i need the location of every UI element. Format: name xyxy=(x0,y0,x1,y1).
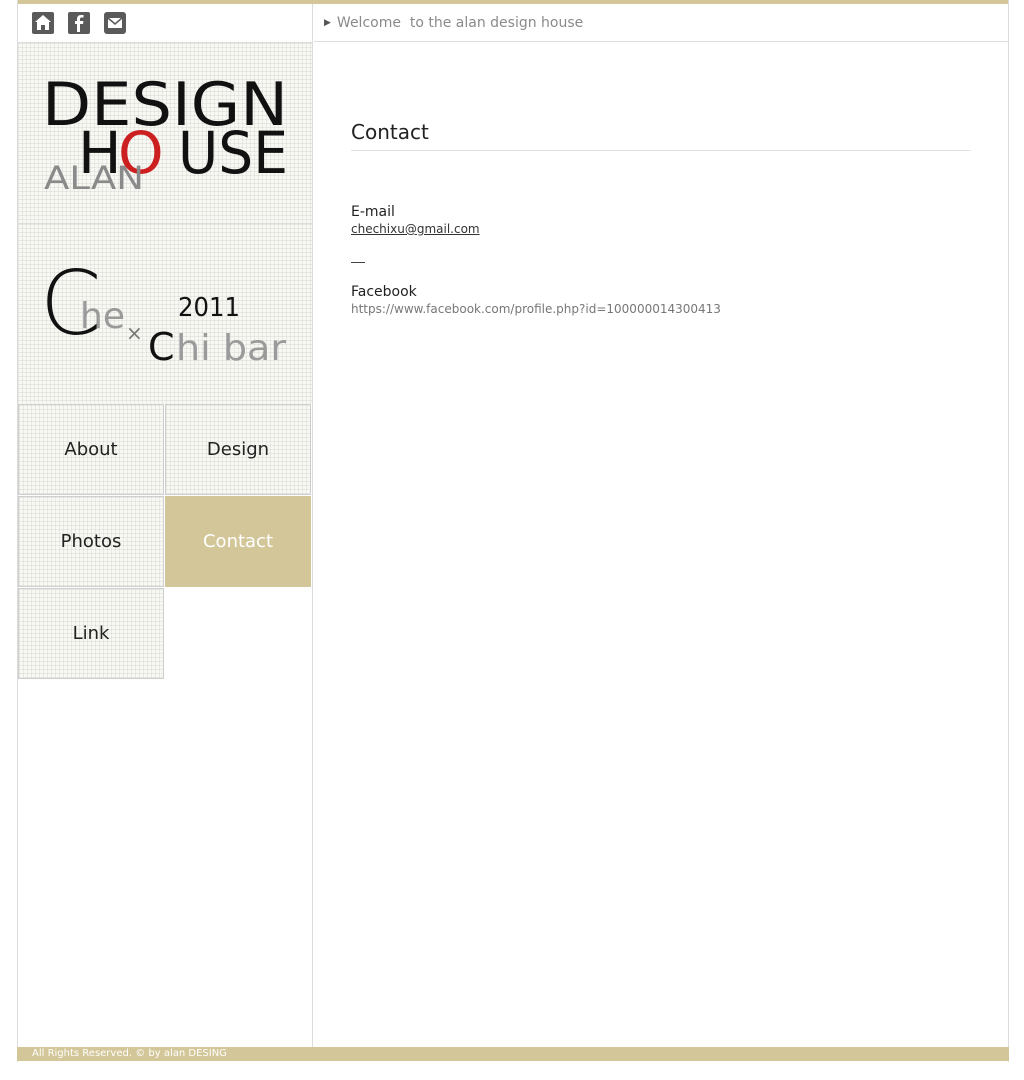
nav-link[interactable]: Link xyxy=(18,588,164,679)
nav-link-label: Link xyxy=(72,623,110,644)
nav-design-label: Design xyxy=(206,439,270,460)
nav-design[interactable]: Design xyxy=(165,404,311,495)
mail-icon[interactable] xyxy=(104,12,126,34)
email-link[interactable]: chechixu@gmail.com xyxy=(351,222,480,236)
logo-letters-use: USE xyxy=(178,119,288,187)
welcome-header: ▶ Welcome to the alan design house xyxy=(314,4,1008,42)
facebook-url[interactable]: https://www.facebook.com/profile.php?id=… xyxy=(351,302,721,316)
page-frame: DESIGN H O USE ALAN C he × 2011 C hi bar… xyxy=(17,0,1009,1062)
facebook-icon[interactable] xyxy=(68,12,90,34)
promo-he: he xyxy=(80,296,125,337)
home-icon[interactable] xyxy=(32,12,54,34)
nav-about[interactable]: About xyxy=(18,404,164,495)
design-house-logo[interactable]: DESIGN H O USE ALAN xyxy=(18,43,312,224)
footer: All Rights Reserved. © by alan DESING xyxy=(17,1047,1009,1061)
welcome-text: Welcome to the alan design house xyxy=(336,14,584,31)
nav-photos[interactable]: Photos xyxy=(18,496,164,587)
nav-contact-label: Contact xyxy=(202,531,274,552)
nav-contact[interactable]: Contact xyxy=(165,496,311,587)
facebook-label: Facebook xyxy=(351,284,417,300)
chechi-bar-banner[interactable]: C he × 2011 C hi bar xyxy=(18,224,312,404)
sidebar: DESIGN H O USE ALAN C he × 2011 C hi bar… xyxy=(18,4,313,1047)
nav-photos-label: Photos xyxy=(60,531,122,552)
promo-x: × xyxy=(126,321,143,345)
nav-about-label: About xyxy=(64,439,118,460)
promo-chibar: hi bar xyxy=(176,328,286,369)
promo-year: 2011 xyxy=(178,293,240,323)
title-divider xyxy=(351,150,971,151)
promo-c2: C xyxy=(148,325,175,369)
section-divider-dash xyxy=(351,262,365,263)
email-label: E-mail xyxy=(351,204,395,220)
social-icons-row xyxy=(18,4,312,43)
logo-alan: ALAN xyxy=(44,159,144,197)
footer-copyright: All Rights Reserved. © by alan DESING xyxy=(32,1048,227,1059)
page-title: Contact xyxy=(351,120,429,144)
triangle-right-icon: ▶ xyxy=(324,17,331,28)
